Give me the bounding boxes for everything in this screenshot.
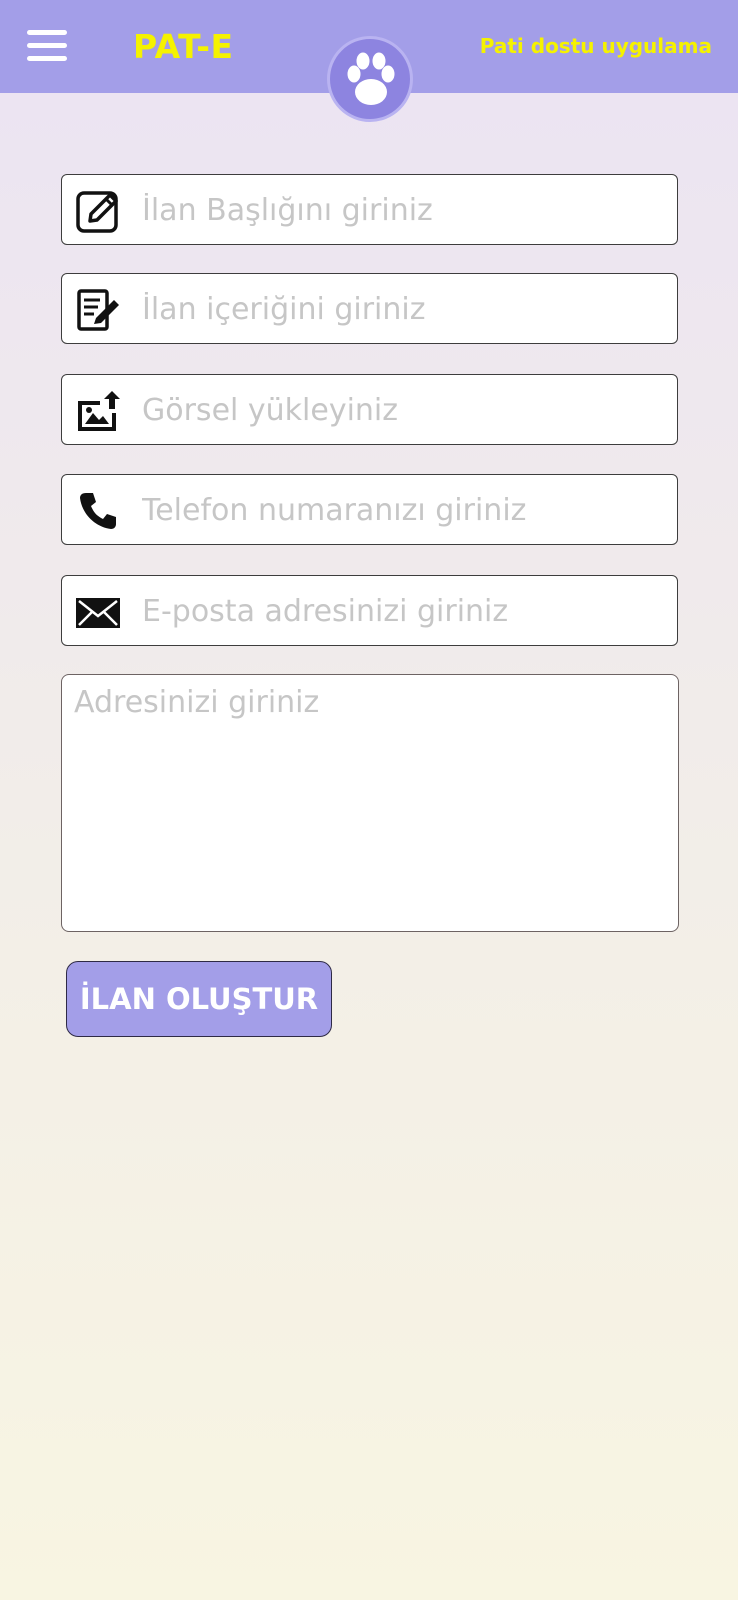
phone-icon — [80, 493, 116, 529]
image-upload-icon — [78, 391, 120, 431]
paw-icon — [347, 52, 395, 105]
email-field — [61, 575, 678, 646]
app-logo — [327, 36, 413, 122]
image-upload-input[interactable] — [142, 383, 662, 437]
phone-field — [61, 474, 678, 545]
listing-title-field — [61, 174, 678, 245]
phone-input[interactable] — [142, 483, 662, 537]
address-textarea[interactable] — [74, 685, 664, 921]
hamburger-menu-icon-bar — [27, 43, 67, 48]
app-title: PAT-E — [133, 27, 234, 66]
hamburger-menu-icon — [27, 30, 67, 35]
listing-content-input[interactable] — [142, 282, 662, 336]
app-tagline: Pati dostu uygulama — [479, 34, 712, 58]
mail-icon — [76, 598, 120, 628]
create-listing-button[interactable]: İLAN OLUŞTUR — [66, 961, 332, 1037]
address-field — [61, 674, 679, 932]
document-edit-icon — [77, 289, 119, 331]
email-input[interactable] — [142, 584, 662, 638]
hamburger-menu-icon-bar — [27, 56, 67, 61]
menu-button[interactable] — [27, 30, 67, 62]
edit-icon — [76, 191, 118, 233]
listing-title-input[interactable] — [142, 183, 662, 237]
image-upload-field[interactable] — [61, 374, 678, 445]
listing-content-field — [61, 273, 678, 344]
